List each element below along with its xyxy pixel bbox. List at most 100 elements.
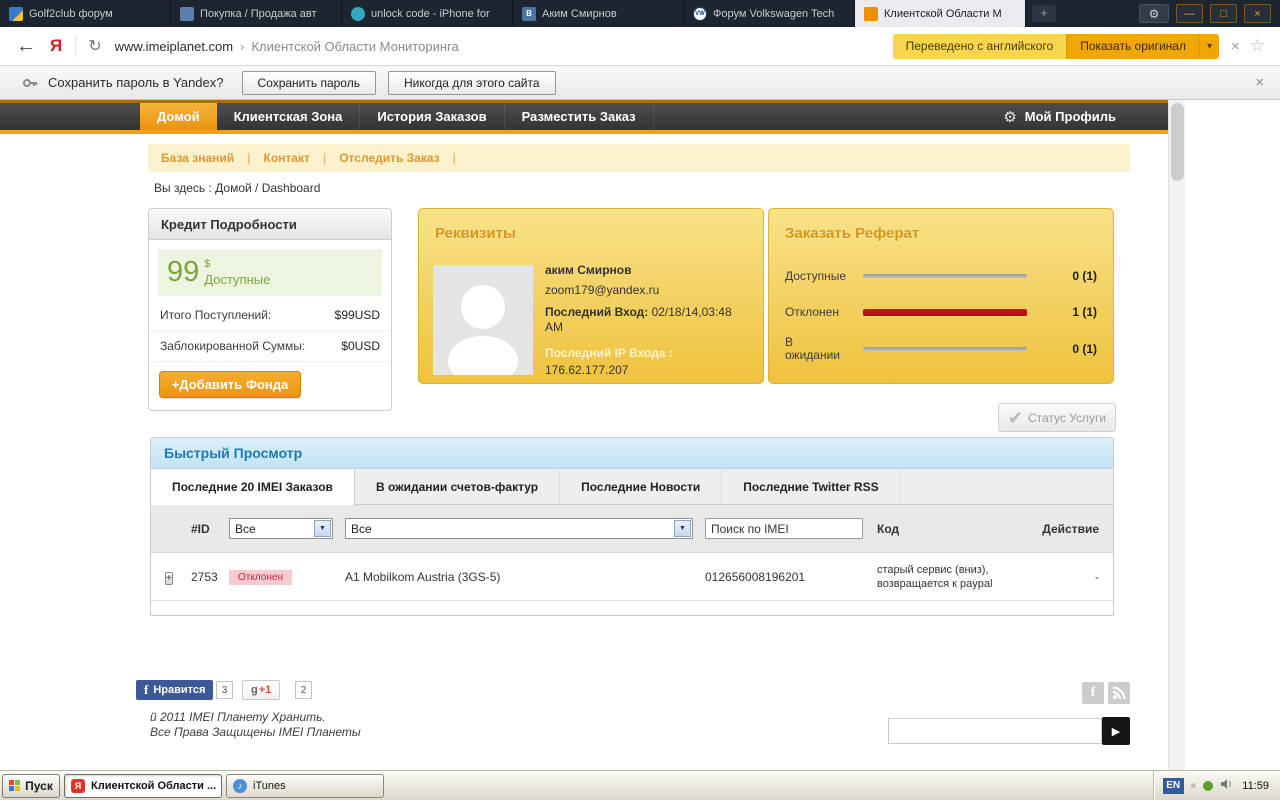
start-button[interactable]: Пуск (2, 773, 60, 798)
desktop-screen: Golf2club форум Покупка / Продажа авт un… (0, 0, 1280, 800)
nav-item-home[interactable]: Домой (140, 103, 217, 130)
taskbar-button-itunes[interactable]: ♪ iTunes (226, 773, 384, 798)
url-host: www.imeiplanet.com (114, 38, 234, 54)
back-icon[interactable]: ← (16, 35, 36, 58)
row-label: Заблокированной Суммы: (160, 339, 306, 353)
translated-from-english-button[interactable]: Переведено с английского (892, 33, 1067, 59)
language-indicator[interactable]: EN (1162, 777, 1184, 794)
translate-button-group: Переведено с английского Показать оригин… (892, 33, 1219, 59)
browser-tab-vk[interactable]: В Аким Смирнов (513, 0, 684, 27)
newsletter-submit-button[interactable]: ▶ (1102, 717, 1130, 745)
code-column-header: Код (877, 521, 900, 536)
page-scrollbar[interactable] (1168, 100, 1185, 770)
new-tab-button[interactable]: + (1032, 5, 1056, 22)
status-filter-select[interactable]: Все ▼ (229, 518, 333, 539)
subnav-contact[interactable]: Контакт (251, 151, 323, 165)
volume-icon[interactable] (1220, 777, 1233, 795)
tab-title: Golf2club форум (29, 7, 113, 20)
code-line: возвращается к paypal (877, 577, 993, 590)
facebook-like-button[interactable]: f Нравится (136, 680, 214, 700)
scrollbar-thumb[interactable] (1171, 103, 1184, 181)
copyright-line: й 2011 IMEI Планету Хранить. (150, 710, 326, 724)
translate-close-icon[interactable]: × (1231, 38, 1240, 55)
browser-tab-imeiplanet-active[interactable]: Клиентской Области М (855, 0, 1026, 27)
bookmark-star-icon[interactable]: ☆ (1250, 36, 1265, 56)
tray-status-icon[interactable] (1203, 780, 1214, 791)
progress-bar-gray (863, 347, 1027, 351)
newsletter-input[interactable] (888, 718, 1102, 744)
browser-tab-unlock-code[interactable]: unlock code - iPhone for (342, 0, 513, 27)
tab-latest-twitter-rss[interactable]: Последние Twitter RSS (722, 469, 901, 504)
last-login-label: Последний Вход: (545, 305, 649, 319)
show-original-button[interactable]: Показать оригинал (1066, 33, 1199, 59)
password-bar-close-icon[interactable]: × (1255, 74, 1264, 91)
imei-search-input[interactable] (705, 518, 863, 539)
credit-currency: $ (204, 257, 211, 270)
row-label: Доступные (785, 269, 846, 283)
nav-item-client-zone[interactable]: Клиентская Зона (217, 103, 361, 130)
nav-item-order-history[interactable]: История Заказов (360, 103, 505, 130)
nav-profile-area: ⚙ Мой Профиль (1003, 103, 1168, 130)
row-count: 0 (1) (1072, 269, 1097, 283)
imeiplanet-favicon-icon (864, 6, 878, 21)
tab-last-20-imei-orders[interactable]: Последние 20 IMEI Заказов (151, 469, 355, 505)
credit-details-card: Кредит Подробности 99 $ Доступные Итого … (148, 208, 392, 411)
service-filter-select[interactable]: Все ▼ (345, 518, 693, 539)
nav-item-place-order[interactable]: Разместить Заказ (505, 103, 654, 130)
service-status-button[interactable]: ✔ Статус Услуги (998, 403, 1116, 432)
add-funds-button[interactable]: +Добавить Фонда (159, 371, 301, 398)
order-imei-cell: 012656008196201 (705, 569, 806, 584)
browser-tab-golf2club[interactable]: Golf2club форум (0, 0, 171, 27)
start-label: Пуск (25, 778, 53, 793)
never-for-site-button[interactable]: Никогда для этого сайта (387, 70, 556, 95)
browser-settings-button[interactable]: ⚙ (1139, 4, 1169, 23)
orders-row-pending: В ожидании 0 (1) (785, 331, 1097, 367)
site-main-nav: Домой Клиентская Зона История Заказов Ра… (0, 103, 1168, 134)
site-sub-nav: База знаний | Контакт | Отследить Заказ … (148, 144, 1130, 172)
minimize-button[interactable]: — (1176, 4, 1203, 23)
yandex-logo[interactable]: Я (50, 36, 62, 56)
tab-title: Форум Volkswagen Tech (713, 7, 835, 20)
tab-title: Клиентской Области М (884, 7, 1002, 20)
browser-tab-pokupka[interactable]: Покупка / Продажа авт (171, 0, 342, 27)
orders-row-rejected: Отклонен 1 (1) (785, 297, 1097, 327)
maximize-button[interactable]: □ (1210, 4, 1237, 23)
task-label: Клиентской Области ... (91, 779, 217, 792)
vk-favicon-icon: В (522, 6, 536, 21)
taskbar-clock: 11:59 (1242, 779, 1269, 792)
expand-row-button[interactable]: + (165, 571, 173, 585)
save-password-button[interactable]: Сохранить пароль (241, 70, 376, 95)
orders-summary-card: Заказать Реферат Доступные 0 (1) Отклоне… (768, 208, 1114, 384)
phone-favicon-icon (351, 6, 365, 21)
facebook-f-icon: f (1090, 685, 1096, 700)
translate-dropdown-button[interactable]: ▾ (1198, 33, 1219, 59)
divider (75, 35, 77, 57)
orders-row-available: Доступные 0 (1) (785, 261, 1097, 291)
close-button[interactable]: × (1244, 4, 1271, 23)
subnav-knowledge-base[interactable]: База знаний (148, 151, 247, 165)
facebook-like-count: 3 (216, 681, 233, 699)
golf2club-favicon-icon (9, 6, 23, 21)
tray-chevron-icon[interactable]: « (1191, 780, 1197, 791)
subnav-track-order[interactable]: Отследить Заказ (326, 151, 452, 165)
order-code-cell: старый сервис (вниз), возвращается к pay… (877, 563, 1035, 591)
footer-rss-icon[interactable] (1108, 682, 1130, 704)
url-page-title: Клиентской Области Мониторинга (251, 38, 459, 54)
tab-pending-invoices[interactable]: В ожидании счетов-фактур (355, 469, 561, 504)
tab-latest-news[interactable]: Последние Новости (560, 469, 723, 504)
reload-icon[interactable]: ↻ (88, 36, 101, 56)
row-label: Итого Поступлений: (160, 308, 272, 322)
taskbar-button-browser[interactable]: Я Клиентской Области ... (64, 773, 222, 798)
row-count: 0 (1) (1072, 342, 1097, 356)
row-value: $99USD (334, 308, 380, 322)
my-profile-link[interactable]: Мой Профиль (1025, 109, 1116, 124)
forum-favicon-icon (180, 6, 194, 21)
browser-tab-volkswagen[interactable]: VW Форум Volkswagen Tech (684, 0, 855, 27)
key-icon (22, 75, 38, 91)
profile-gear-icon[interactable]: ⚙ (1003, 108, 1016, 126)
last-ip-label: Последний IP Входа : (545, 346, 673, 360)
footer-facebook-icon[interactable]: f (1082, 682, 1104, 704)
check-icon: ✔ (1007, 407, 1023, 428)
address-url-field[interactable]: www.imeiplanet.com › Клиентской Области … (115, 39, 459, 54)
google-plus-one-button[interactable]: g +1 (242, 680, 281, 700)
